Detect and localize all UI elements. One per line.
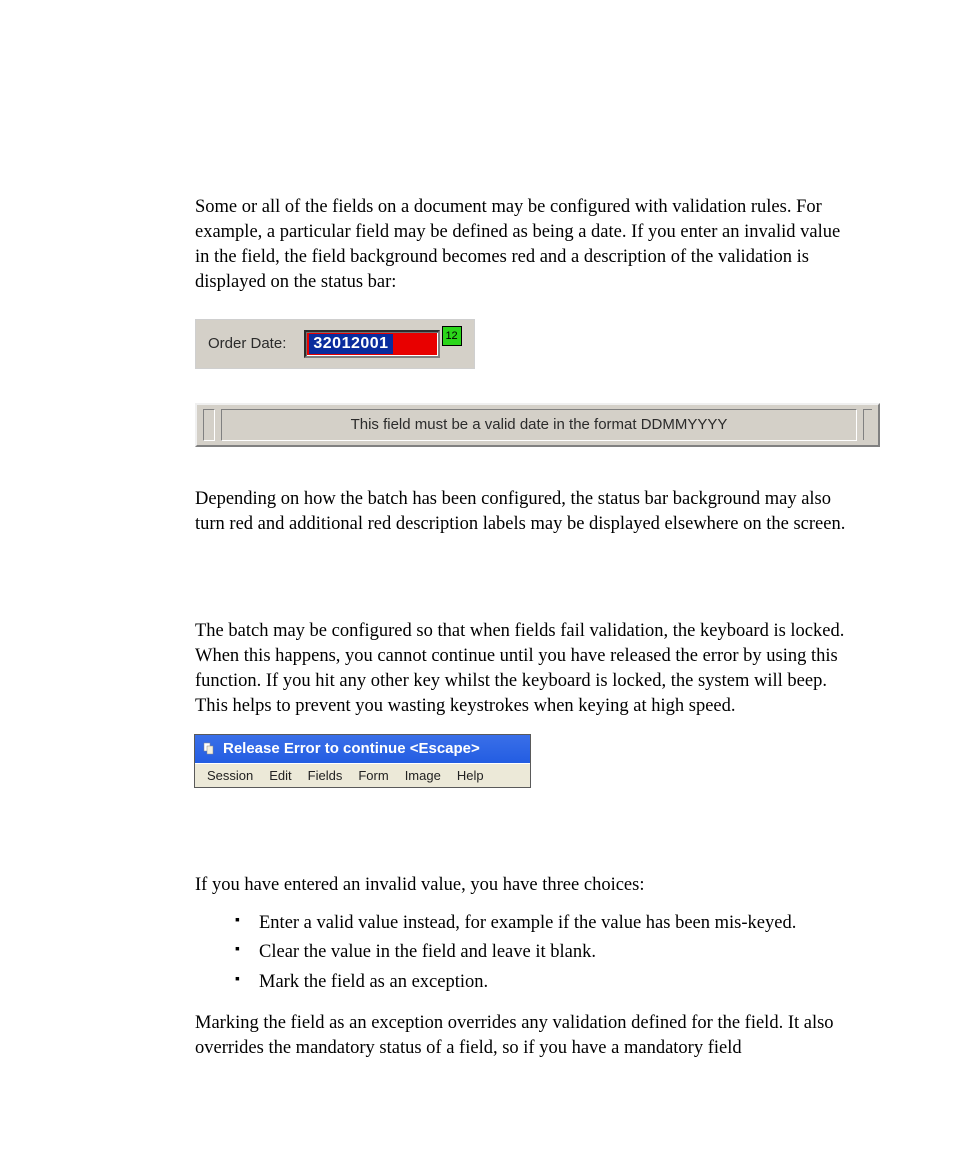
choices-list: Enter a valid value instead, for example… <box>235 910 855 997</box>
paragraph-batch-config: Depending on how the batch has been conf… <box>195 487 855 537</box>
paragraph-exception: Marking the field as an exception overri… <box>195 1011 855 1061</box>
menu-edit[interactable]: Edit <box>261 766 299 785</box>
menu-fields[interactable]: Fields <box>300 766 351 785</box>
document-page: Some or all of the fields on a document … <box>0 0 954 1173</box>
choice-item: Enter a valid value instead, for example… <box>235 910 855 938</box>
status-bar-message: This field must be a valid date in the f… <box>221 409 857 441</box>
window-title: Release Error to continue <Escape> <box>223 740 480 757</box>
menu-session[interactable]: Session <box>199 766 261 785</box>
status-bar-cell-left <box>203 409 215 441</box>
release-error-window: Release Error to continue <Escape> Sessi… <box>195 735 530 787</box>
paragraph-choices-intro: If you have entered an invalid value, yo… <box>195 873 855 898</box>
calendar-icon[interactable]: 12 <box>442 326 462 346</box>
paragraph-intro: Some or all of the fields on a document … <box>195 195 855 295</box>
order-date-label: Order Date: <box>208 335 286 352</box>
menu-help[interactable]: Help <box>449 766 492 785</box>
order-date-field-example: Order Date: 32012001 12 <box>195 319 475 369</box>
order-date-value: 32012001 <box>309 334 392 354</box>
menu-form[interactable]: Form <box>350 766 396 785</box>
menu-bar: Session Edit Fields Form Image Help <box>195 763 530 787</box>
paragraph-keyboard-lock: The batch may be configured so that when… <box>195 619 855 719</box>
status-bar: This field must be a valid date in the f… <box>195 403 880 447</box>
status-bar-cell-right <box>863 409 872 440</box>
order-date-input[interactable]: 32012001 <box>304 330 439 358</box>
app-icon <box>201 741 217 757</box>
choice-item: Clear the value in the field and leave i… <box>235 939 855 967</box>
menu-image[interactable]: Image <box>397 766 449 785</box>
window-titlebar: Release Error to continue <Escape> <box>195 735 530 763</box>
choice-item: Mark the field as an exception. <box>235 969 855 997</box>
